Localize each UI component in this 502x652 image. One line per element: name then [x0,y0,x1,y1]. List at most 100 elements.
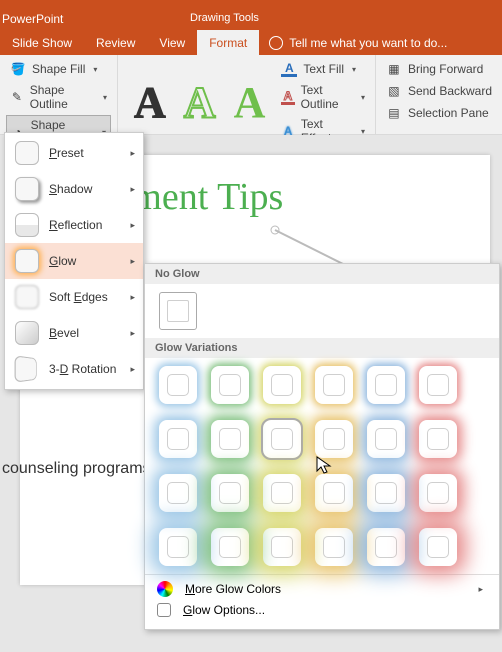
glow-variation-r3-c1[interactable] [211,528,249,566]
chevron-down-icon: ▾ [361,93,365,102]
glow-variation-r0-c2[interactable] [263,366,301,404]
tab-review[interactable]: Review [84,30,147,55]
menu-item-3d-rotation[interactable]: 3-D Rotation ▸ [5,351,143,387]
glow-variations-header: Glow Variations [145,338,499,358]
group-shape-styles: 🪣 Shape Fill ▾ ✎ Shape Outline ▾ ◑ Shape… [0,55,118,134]
glow-variation-r3-c0[interactable] [159,528,197,566]
text-fill-button[interactable]: A Text Fill ▾ [277,59,369,79]
title-bar: PowerPoint Drawing Tools [0,0,502,30]
body-text-fragment: counseling programs [2,460,151,478]
app-name: PowerPoint [0,12,130,30]
glow-variation-r1-c2[interactable] [263,420,301,458]
glow-variation-r1-c3[interactable] [315,420,353,458]
glow-variation-r2-c2[interactable] [263,474,301,512]
wordart-preset-2[interactable]: A [184,81,216,125]
group-wordart-styles: A A A A Text Fill ▾ A Text Outline ▾ A T… [118,55,376,134]
glow-options-label: Glow Options... [183,603,265,617]
paint-bucket-icon: 🪣 [10,61,26,77]
glow-variation-r1-c1[interactable] [211,420,249,458]
selection-pane-button[interactable]: ▤ Selection Pane [382,103,496,123]
text-fill-icon: A [281,61,297,77]
chevron-right-icon: ▸ [130,256,135,267]
glow-variation-r2-c1[interactable] [211,474,249,512]
tab-format[interactable]: Format [197,30,259,55]
glow-variation-r3-c4[interactable] [367,528,405,566]
preset-label: Preset [49,146,84,160]
glow-variation-r1-c0[interactable] [159,420,197,458]
glow-variation-r2-c3[interactable] [315,474,353,512]
glow-variation-grid [145,358,499,574]
send-backward-button[interactable]: ▧ Send Backward [382,81,496,101]
reflection-label: Reflection [49,218,102,232]
text-outline-button[interactable]: A Text Outline ▾ [277,81,369,113]
tell-me[interactable]: Tell me what you want to do... [259,36,447,50]
rotation-label: 3-D Rotation [49,362,116,376]
glow-variation-r3-c2[interactable] [263,528,301,566]
glow-variation-r1-c5[interactable] [419,420,457,458]
ribbon-tabs: Slide Show Review View Format Tell me wh… [0,30,502,55]
tab-view[interactable]: View [147,30,197,55]
glow-variation-r2-c4[interactable] [367,474,405,512]
glow-variation-r2-c5[interactable] [419,474,457,512]
bring-forward-icon: ▦ [386,61,402,77]
chevron-right-icon: ▸ [130,364,135,375]
chevron-right-icon: ▸ [130,220,135,231]
glow-variation-r0-c5[interactable] [419,366,457,404]
glow-variation-r3-c3[interactable] [315,528,353,566]
menu-item-bevel[interactable]: Bevel ▸ [5,315,143,351]
glow-none[interactable] [159,292,197,330]
chevron-down-icon: ▾ [352,65,356,74]
rotation-icon [15,355,37,382]
wordart-gallery[interactable]: A A A [124,59,275,147]
wordart-preset-1[interactable]: A [134,81,166,125]
glow-icon [15,249,39,273]
soft-edges-icon [15,285,39,309]
glow-variation-r0-c3[interactable] [315,366,353,404]
chevron-down-icon: ▾ [103,93,107,102]
wordart-preset-3[interactable]: A [234,81,266,125]
shape-outline-button[interactable]: ✎ Shape Outline ▾ [6,81,111,113]
context-tab-title: Drawing Tools [130,12,502,30]
menu-item-reflection[interactable]: Reflection ▸ [5,207,143,243]
menu-item-soft-edges[interactable]: Soft Edges ▸ [5,279,143,315]
reflection-icon [15,213,39,237]
bring-forward-button[interactable]: ▦ Bring Forward [382,59,496,79]
glow-gallery: No Glow Glow Variations More Glow Colors… [144,263,500,630]
chevron-down-icon: ▾ [93,65,97,74]
shadow-icon [15,177,39,201]
bring-forward-label: Bring Forward [408,62,483,76]
more-glow-colors[interactable]: More Glow Colors ▸ [157,581,487,597]
glow-variation-r0-c0[interactable] [159,366,197,404]
glow-variation-r1-c4[interactable] [367,420,405,458]
bulb-icon [269,36,283,50]
pencil-icon: ✎ [10,89,24,105]
group-arrange: ▦ Bring Forward ▧ Send Backward ▤ Select… [376,55,502,134]
shadow-label: Shadow [49,182,92,196]
more-glow-colors-label: More Glow Colors [185,582,281,596]
ribbon: 🪣 Shape Fill ▾ ✎ Shape Outline ▾ ◑ Shape… [0,55,502,135]
menu-item-glow[interactable]: Glow ▸ [5,243,143,279]
glow-variation-r2-c0[interactable] [159,474,197,512]
send-backward-icon: ▧ [386,83,402,99]
glow-variation-r3-c5[interactable] [419,528,457,566]
menu-item-shadow[interactable]: Shadow ▸ [5,171,143,207]
bevel-icon [15,321,39,345]
glow-variation-r0-c1[interactable] [211,366,249,404]
soft-edges-label: Soft Edges [49,290,108,304]
glow-variation-r0-c4[interactable] [367,366,405,404]
chevron-right-icon: ▸ [130,328,135,339]
no-glow-header: No Glow [145,264,499,284]
glow-label: Glow [49,254,76,268]
menu-item-preset[interactable]: Preset ▸ [5,135,143,171]
tab-slideshow[interactable]: Slide Show [0,30,84,55]
chevron-right-icon: ▸ [130,184,135,195]
color-wheel-icon [157,581,173,597]
glow-options[interactable]: Glow Options... [157,603,487,617]
selection-pane-icon: ▤ [386,105,402,121]
text-outline-label: Text Outline [301,83,353,111]
preset-icon [15,141,39,165]
shape-fill-button[interactable]: 🪣 Shape Fill ▾ [6,59,111,79]
text-outline-icon: A [281,89,294,105]
send-backward-label: Send Backward [408,84,492,98]
text-fill-label: Text Fill [303,62,344,76]
